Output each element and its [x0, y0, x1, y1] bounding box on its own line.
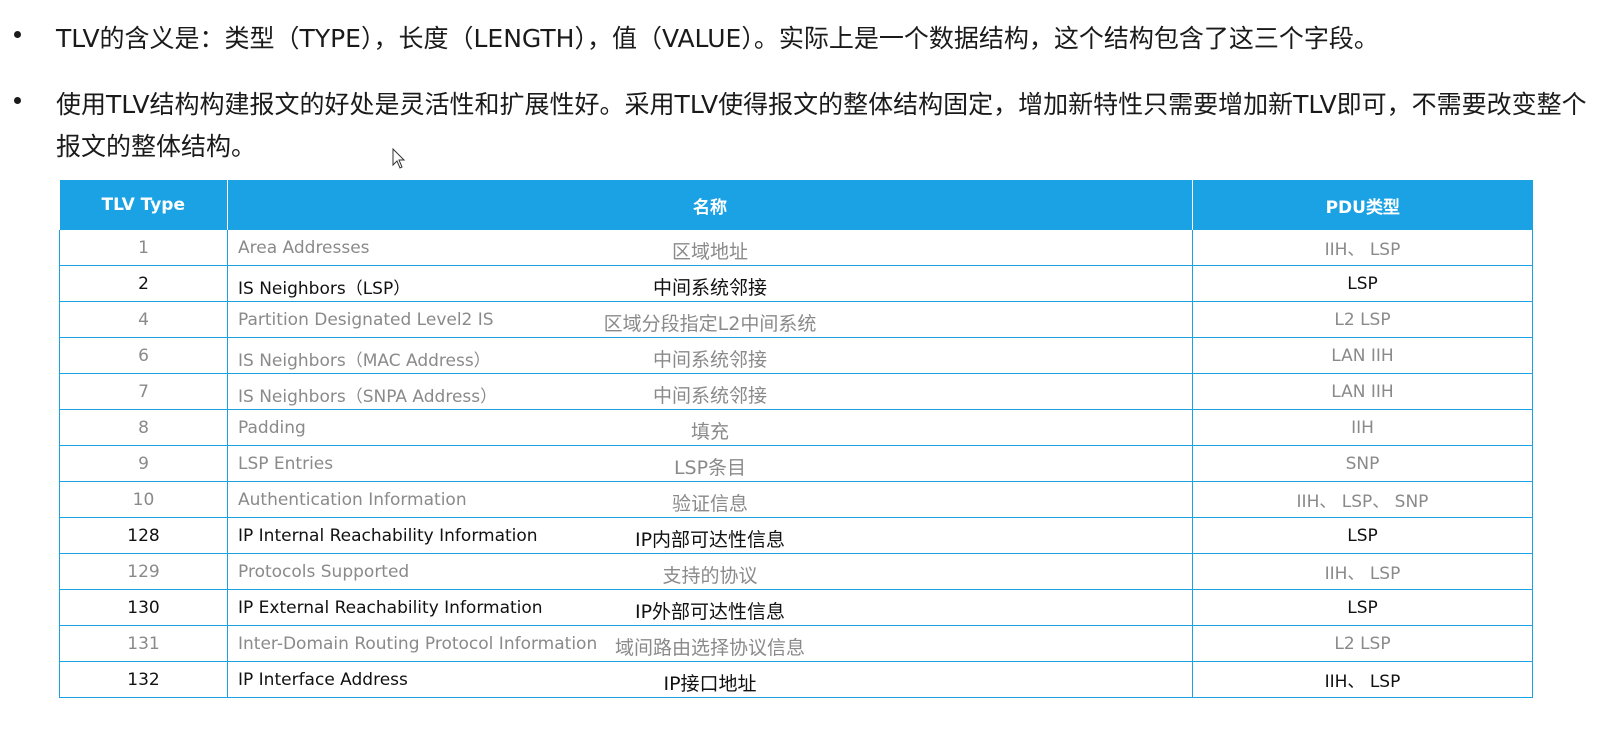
cell-name: Area Addresses 区域地址 [227, 230, 1193, 266]
cell-tlv-type: 10 [59, 481, 228, 518]
cell-tlv-type: 8 [59, 409, 228, 446]
table-row: 7 IS Neighbors（SNPA Address） 中间系统邻接 LAN IIH [59, 373, 1533, 410]
header-pdu-type: PDU类型 [1192, 180, 1533, 230]
cell-tlv-type: 9 [59, 445, 228, 482]
cell-pdu-type: IIH、 LSP [1192, 553, 1533, 590]
name-chinese: 区域地址 [671, 241, 748, 263]
table-row: 2 IS Neighbors（LSP） 中间系统邻接 LSP [59, 265, 1533, 302]
cell-pdu-type: IIH、 LSP [1192, 661, 1533, 698]
cell-name: IS Neighbors（LSP） 中间系统邻接 [227, 265, 1193, 302]
cell-tlv-type: 128 [59, 517, 228, 554]
cell-name: Protocols Supported 支持的协议 [227, 553, 1193, 590]
table-row: 8 Padding 填充 IIH [59, 409, 1533, 446]
cell-name: IP External Reachability Information IP外部… [227, 589, 1193, 626]
name-chinese: 区域分段指定L2中间系统 [603, 313, 817, 335]
cell-pdu-type: LAN IIH [1192, 373, 1533, 410]
cell-pdu-type: SNP [1192, 445, 1533, 482]
cell-name: IS Neighbors（MAC Address） 中间系统邻接 [227, 337, 1193, 374]
table-header-row: TLV Type 名称 PDU类型 [59, 180, 1533, 230]
cell-tlv-type: 7 [59, 373, 228, 410]
table-row: 10 Authentication Information 验证信息 IIH、 LSP… [59, 481, 1533, 518]
name-chinese: IP内部可达性信息 [634, 529, 786, 551]
cell-tlv-type: 4 [59, 301, 228, 338]
bullet-dot-icon [14, 31, 21, 38]
cell-name: Authentication Information 验证信息 [227, 481, 1193, 518]
cell-pdu-type: LSP [1192, 589, 1533, 626]
bullet-text: TLV的含义是：类型（TYPE），长度（LENGTH），值（VALUE）。实际上… [56, 24, 1379, 53]
name-chinese: 支持的协议 [662, 565, 758, 587]
header-tlv-type: TLV Type [59, 180, 228, 230]
cell-pdu-type: L2 LSP [1192, 301, 1533, 338]
name-chinese: 中间系统邻接 [652, 385, 767, 407]
bullet-text: 使用TLV结构构建报文的好处是灵活性和扩展性好。采用TLV使得报文的整体结构固定… [56, 90, 1587, 161]
name-chinese: 中间系统邻接 [652, 349, 767, 371]
cell-pdu-type: L2 LSP [1192, 625, 1533, 662]
name-chinese: 域间路由选择协议信息 [614, 637, 805, 659]
table-row: 131 Inter-Domain Routing Protocol Informa… [59, 625, 1533, 662]
cell-pdu-type: IIH、 LSP、 SNP [1192, 481, 1533, 518]
cell-name: IP Internal Reachability Information IP内部… [227, 517, 1193, 554]
cell-name: Padding 填充 [227, 409, 1193, 446]
cell-tlv-type: 1 [59, 230, 228, 266]
cell-name: LSP Entries LSP条目 [227, 445, 1193, 482]
tlv-type-table: TLV Type 名称 PDU类型 1 Area Addresses 区域地址 IIH… [59, 180, 1533, 698]
cell-name: IP Interface Address IP接口地址 [227, 661, 1193, 698]
table-row: 129 Protocols Supported 支持的协议 IIH、 LSP [59, 553, 1533, 590]
table-row: 132 IP Interface Address IP接口地址 IIH、 LSP [59, 661, 1533, 698]
cell-pdu-type: LSP [1192, 265, 1533, 302]
cell-tlv-type: 2 [59, 265, 228, 302]
mouse-pointer-icon [392, 148, 406, 169]
cell-tlv-type: 132 [59, 661, 228, 698]
name-chinese: 填充 [690, 421, 729, 443]
cell-tlv-type: 129 [59, 553, 228, 590]
table-body: 1 Area Addresses 区域地址 IIH、 LSP 2 IS Neighbors… [59, 230, 1533, 698]
name-chinese: 验证信息 [671, 493, 748, 515]
name-chinese: LSP条目 [673, 457, 747, 479]
cell-pdu-type: LSP [1192, 517, 1533, 554]
header-name: 名称 [227, 180, 1193, 230]
table-row: 1 Area Addresses 区域地址 IIH、 LSP [59, 230, 1533, 266]
cell-pdu-type: IIH [1192, 409, 1533, 446]
table-row: 4 Partition Designated Level2 IS 区域分段指定L2中… [59, 301, 1533, 338]
cell-tlv-type: 6 [59, 337, 228, 374]
cell-tlv-type: 131 [59, 625, 228, 662]
cell-name: Partition Designated Level2 IS 区域分段指定L2中间… [227, 301, 1193, 338]
table-row: 128 IP Internal Reachability Information I… [59, 517, 1533, 554]
cell-pdu-type: IIH、 LSP [1192, 230, 1533, 266]
table-row: 9 LSP Entries LSP条目 SNP [59, 445, 1533, 482]
cell-pdu-type: LAN IIH [1192, 337, 1533, 374]
cell-name: IS Neighbors（SNPA Address） 中间系统邻接 [227, 373, 1193, 410]
table-row: 6 IS Neighbors（MAC Address） 中间系统邻接 LAN IIH [59, 337, 1533, 374]
name-chinese: 中间系统邻接 [652, 277, 767, 299]
name-chinese: IP外部可达性信息 [634, 601, 786, 623]
cell-tlv-type: 130 [59, 589, 228, 626]
name-chinese: IP接口地址 [663, 673, 757, 695]
bullet-dot-icon [14, 97, 21, 104]
cell-name: Inter-Domain Routing Protocol Informatio… [227, 625, 1193, 662]
table-row: 130 IP External Reachability Information I… [59, 589, 1533, 626]
